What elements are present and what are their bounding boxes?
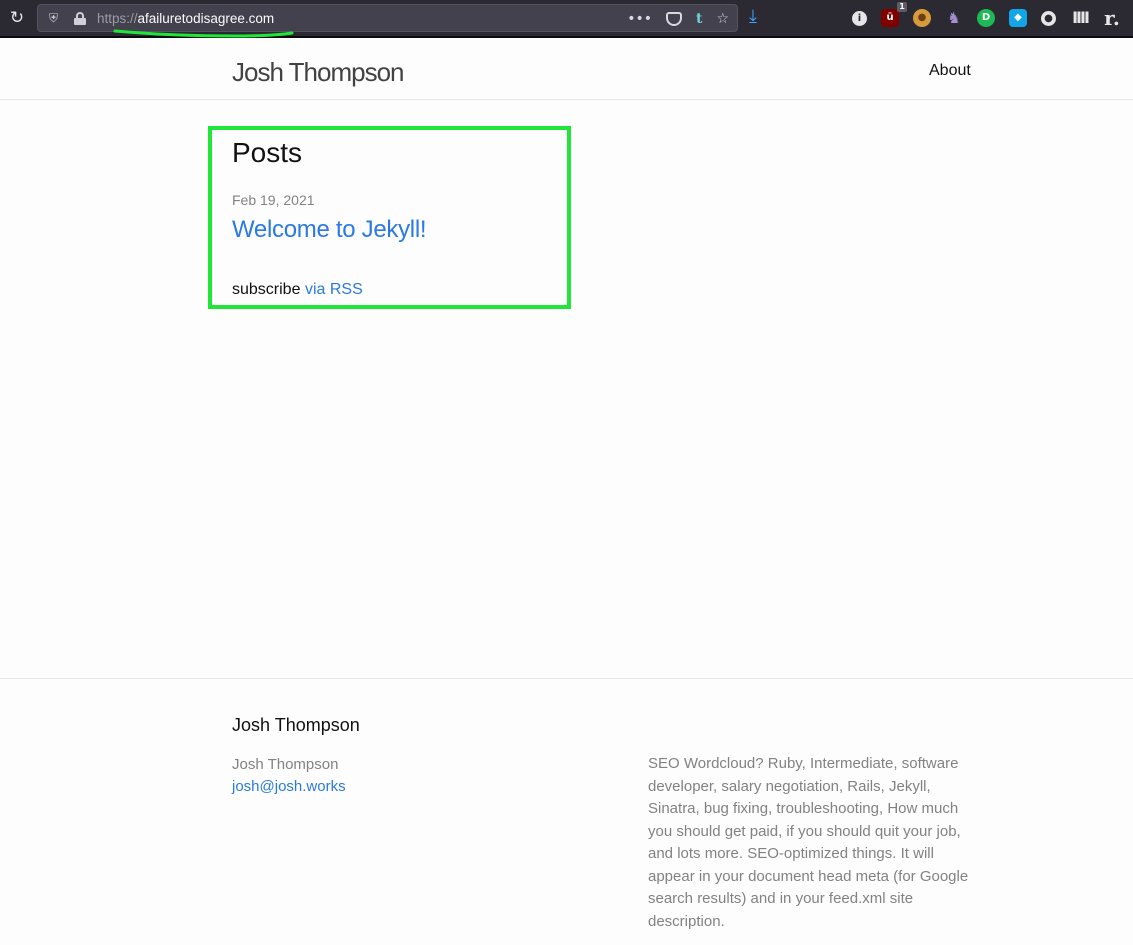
green-extension-icon[interactable]: D: [977, 9, 995, 27]
lock-icon[interactable]: [74, 12, 86, 25]
pocket-icon[interactable]: [665, 12, 682, 26]
nav-about-link[interactable]: About: [929, 61, 971, 81]
footer-author-name: Josh Thompson: [232, 756, 339, 773]
bookmark-star-icon[interactable]: ☆: [716, 9, 729, 29]
account-icon[interactable]: ●: [1041, 10, 1056, 26]
annotation-underline: [113, 29, 294, 38]
readwise-icon[interactable]: r.: [1104, 8, 1120, 28]
address-bar-actions: ••• t ☆: [627, 9, 729, 29]
site-title-link[interactable]: Josh Thompson: [232, 57, 405, 87]
footer-email-link[interactable]: josh@josh.works: [232, 776, 346, 798]
footer-description: SEO Wordcloud? Ruby, Intermediate, softw…: [648, 755, 969, 930]
cube-icon[interactable]: ◆: [1009, 9, 1027, 27]
bars-icon[interactable]: IIII: [1070, 9, 1090, 27]
extension-toolbar: i ū1 ● ♞ D ◆ ● IIII r.: [852, 2, 1120, 28]
download-icon[interactable]: ⤓: [749, 6, 757, 28]
page-actions-icon[interactable]: •••: [627, 9, 652, 29]
info-icon[interactable]: i: [852, 10, 867, 26]
tracking-protection-icon[interactable]: ⛨: [47, 11, 60, 26]
reload-icon[interactable]: ↻: [6, 7, 28, 29]
url-host: afailuretodisagree.com: [137, 11, 275, 26]
cookie-icon[interactable]: ●: [913, 9, 931, 27]
ublock-badge: 1: [897, 2, 907, 12]
footer-heading: Josh Thompson: [232, 715, 360, 735]
fox-icon[interactable]: ♞: [945, 9, 963, 27]
url-text[interactable]: https://afailuretodisagree.com: [97, 10, 274, 28]
url-scheme: https://: [97, 11, 138, 26]
ublock-glyph: ū: [886, 12, 894, 23]
tumblr-icon[interactable]: t: [696, 9, 702, 29]
site-header: Josh Thompson About: [0, 40, 1133, 100]
site-footer: Josh Thompson Josh Thompson josh@josh.wo…: [0, 678, 1133, 945]
ublock-icon[interactable]: ū1: [881, 2, 907, 27]
annotation-highlight-box: [208, 126, 571, 309]
